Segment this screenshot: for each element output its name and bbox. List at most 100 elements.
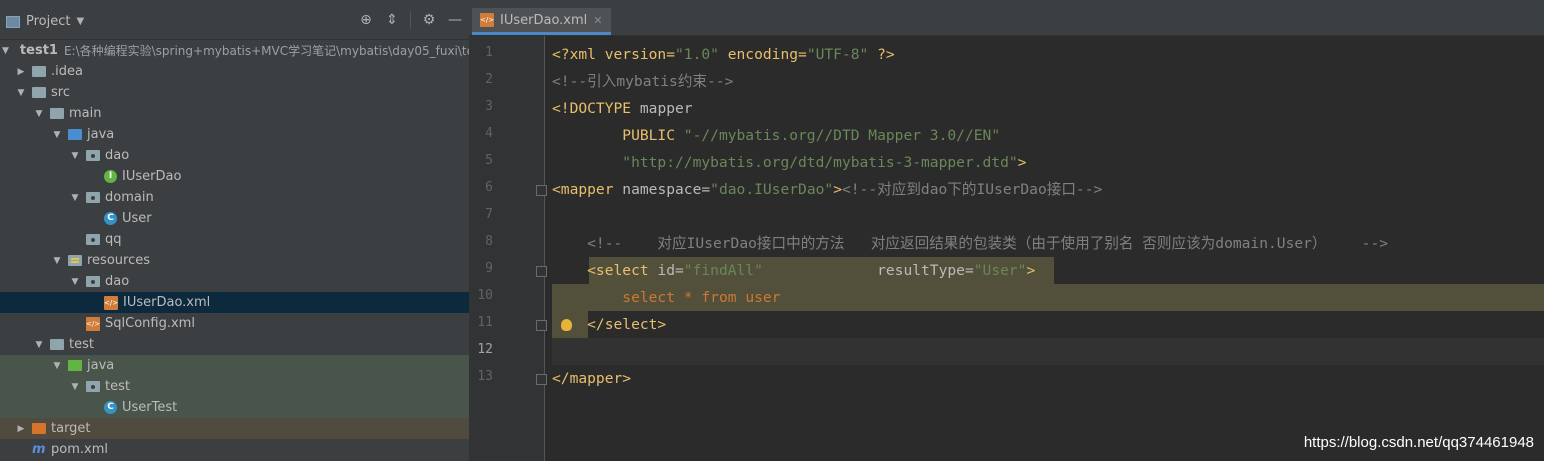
chevron-down-icon[interactable]: ▼ <box>70 277 80 287</box>
chevron-right-icon[interactable]: ▶ <box>16 424 26 434</box>
tab-iuserdao-xml[interactable]: </> IUserDao.xml ✕ <box>472 8 611 35</box>
code-token: > <box>833 181 842 198</box>
tree-item-resources[interactable]: ▼ resources <box>0 250 469 271</box>
line-number: 12 <box>477 342 493 357</box>
tree-item-dao[interactable]: ▼ dao <box>0 145 469 166</box>
package-icon <box>86 192 100 203</box>
code-area[interactable]: <?xml version="1.0" encoding="UTF-8" ?> … <box>552 36 1544 461</box>
fold-icon[interactable] <box>536 266 547 277</box>
project-panel-header: Project ▼ ⊕ ⇕ ⚙ — <box>0 4 469 40</box>
tree-item-src[interactable]: ▼ src <box>0 82 469 103</box>
tree-item-java[interactable]: ▼ java <box>0 124 469 145</box>
code-token: <!--对应到dao下的IUserDao接口--> <box>841 181 1103 198</box>
code-token: <mapper <box>552 181 623 198</box>
code-token: namespace= <box>622 181 711 198</box>
fold-icon[interactable] <box>536 320 547 331</box>
toolbar-divider <box>410 12 411 28</box>
tree-item-label: SqlConfig.xml <box>105 316 195 331</box>
maven-icon: m <box>32 442 46 457</box>
line-number: 3 <box>485 99 493 114</box>
chevron-down-icon[interactable]: ▼ <box>34 109 44 119</box>
tree-item-usertest[interactable]: ▶ C UserTest <box>0 397 469 418</box>
current-line-highlight <box>552 338 1544 365</box>
project-tree: ▼ test1 E:\各种编程实验\spring+mybatis+MVC学习笔记… <box>0 40 469 460</box>
chevron-down-icon[interactable]: ▼ <box>70 151 80 161</box>
chevron-down-icon[interactable]: ▼ <box>70 382 80 392</box>
close-icon[interactable]: ✕ <box>593 14 602 27</box>
code-token: id= <box>657 262 684 279</box>
code-line-3: <!DOCTYPE mapper <box>552 95 693 122</box>
code-token: > <box>1026 262 1036 279</box>
xml-file-icon: </> <box>86 316 100 331</box>
code-token: user <box>745 289 781 306</box>
project-icon <box>6 15 20 28</box>
chevron-down-icon[interactable]: ▼ <box>34 340 44 350</box>
chevron-down-icon[interactable]: ▼ <box>70 193 80 203</box>
code-token: "findAll" <box>683 262 763 279</box>
fold-icon[interactable] <box>536 374 547 385</box>
tree-item-resources-dao[interactable]: ▼ dao <box>0 271 469 292</box>
folder-icon <box>32 87 46 98</box>
tree-item-label: test1 <box>19 43 58 58</box>
tree-item-test-package[interactable]: ▼ test <box>0 376 469 397</box>
tree-item-label: pom.xml <box>51 442 108 457</box>
tree-item-main[interactable]: ▼ main <box>0 103 469 124</box>
code-token: "UTF-8" <box>806 46 869 63</box>
tree-item-label: test <box>69 337 94 352</box>
code-token: ?> <box>868 46 895 63</box>
chevron-down-icon[interactable]: ▼ <box>52 361 62 371</box>
tree-item-iuserdao-xml[interactable]: ▶ </> IUserDao.xml <box>0 292 469 313</box>
package-icon <box>86 276 100 287</box>
tree-item-sqlconfig-xml[interactable]: ▶ </> SqlConfig.xml <box>0 313 469 334</box>
gear-icon[interactable]: ⚙ <box>421 12 437 28</box>
code-token: mapper <box>639 100 693 117</box>
tree-item-idea[interactable]: ▶ .idea <box>0 61 469 82</box>
tree-item-label: UserTest <box>122 400 178 415</box>
tree-item-label: domain <box>105 190 154 205</box>
folder-icon <box>32 66 46 77</box>
project-view-selector[interactable]: Project <box>26 14 70 29</box>
line-number: 7 <box>485 207 493 222</box>
collapse-all-icon[interactable]: ⇕ <box>384 12 400 28</box>
code-token: resultType= <box>762 262 974 279</box>
test-class-icon: C <box>104 401 117 414</box>
code-line-6: <mapper namespace="dao.IUserDao"><!--对应到… <box>552 176 1102 203</box>
code-line-13: </mapper> <box>552 370 632 387</box>
tree-item-pom-xml[interactable]: ▶ m pom.xml <box>0 439 469 460</box>
source-folder-icon <box>68 129 82 140</box>
code-line-2: <!--引入mybatis约束--> <box>552 73 734 90</box>
tree-item-label: java <box>87 358 115 373</box>
package-icon <box>86 234 100 245</box>
chevron-down-icon[interactable]: ▼ <box>16 88 26 98</box>
project-panel: Project ▼ ⊕ ⇕ ⚙ — ▼ test1 E:\各种编程实验\spri… <box>0 4 469 461</box>
tree-item-domain[interactable]: ▼ domain <box>0 187 469 208</box>
tree-item-target[interactable]: ▶ target <box>0 418 469 439</box>
tree-item-test1[interactable]: ▼ test1 E:\各种编程实验\spring+mybatis+MVC学习笔记… <box>0 40 469 61</box>
chevron-down-icon[interactable]: ▼ <box>52 130 62 140</box>
chevron-down-icon[interactable]: ▼ <box>2 46 9 56</box>
code-token: encoding= <box>718 46 807 63</box>
fold-icon[interactable] <box>536 185 547 196</box>
excluded-folder-icon <box>32 423 46 434</box>
tree-item-iuserdao[interactable]: ▶ I IUserDao <box>0 166 469 187</box>
tree-item-user[interactable]: ▶ C User <box>0 208 469 229</box>
chevron-right-icon[interactable]: ▶ <box>16 67 26 77</box>
code-line-10: select * from user <box>552 284 780 311</box>
module-path: E:\各种编程实验\spring+mybatis+MVC学习笔记\mybatis… <box>63 44 469 58</box>
tree-item-test[interactable]: ▼ test <box>0 334 469 355</box>
line-number: 13 <box>477 369 493 384</box>
tree-item-label: dao <box>105 274 130 289</box>
xml-file-icon: </> <box>104 295 118 310</box>
hide-panel-icon[interactable]: — <box>447 12 463 28</box>
tree-item-qq[interactable]: ▶ qq <box>0 229 469 250</box>
chevron-down-icon[interactable]: ▼ <box>76 16 84 27</box>
line-number: 1 <box>485 45 493 60</box>
code-token: <?xml version= <box>552 46 676 63</box>
tree-item-label: main <box>69 106 102 121</box>
code-editor: </> IUserDao.xml ✕ 1 2 3 4 5 6 7 8 9 10 … <box>469 4 1544 461</box>
locate-icon[interactable]: ⊕ <box>358 12 374 28</box>
tree-item-test-java[interactable]: ▼ java <box>0 355 469 376</box>
tree-item-label: qq <box>105 232 122 247</box>
folder-icon <box>50 108 64 119</box>
chevron-down-icon[interactable]: ▼ <box>52 256 62 266</box>
